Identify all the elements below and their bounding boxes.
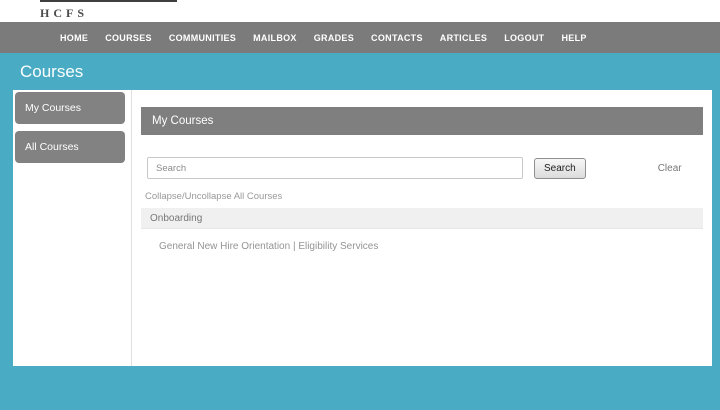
content-area: My Courses All Courses My Courses Search…	[13, 90, 712, 366]
page-title: Courses	[0, 53, 720, 90]
search-input[interactable]	[147, 157, 523, 179]
nav-item-home[interactable]: HOME	[60, 33, 88, 43]
collapse-all-courses-link[interactable]: Collapse/Uncollapse All Courses	[145, 191, 703, 202]
nav-item-logout[interactable]: LOGOUT	[504, 33, 544, 43]
top-strip: HCFS	[0, 0, 720, 22]
nav-item-mailbox[interactable]: MAILBOX	[253, 33, 297, 43]
sidebar-item-my-courses[interactable]: My Courses	[15, 92, 125, 124]
nav-item-contacts[interactable]: CONTACTS	[371, 33, 423, 43]
search-button[interactable]: Search	[534, 158, 586, 179]
main-panel: My Courses Search Clear Collapse/Uncolla…	[131, 90, 712, 366]
main-nav: HOME COURSES COMMUNITIES MAILBOX GRADES …	[0, 22, 720, 53]
sidebar: My Courses All Courses	[13, 90, 131, 366]
nav-item-communities[interactable]: COMMUNITIES	[169, 33, 236, 43]
nav-item-grades[interactable]: GRADES	[314, 33, 354, 43]
sidebar-item-all-courses[interactable]: All Courses	[15, 131, 125, 163]
logo: HCFS	[40, 0, 177, 22]
logo-text: HCFS	[40, 6, 88, 20]
page-background: Courses My Courses All Courses My Course…	[0, 53, 720, 410]
nav-item-help[interactable]: HELP	[561, 33, 586, 43]
screen: HCFS HOME COURSES COMMUNITIES MAILBOX GR…	[0, 0, 720, 410]
course-section-header-onboarding[interactable]: Onboarding	[141, 208, 703, 229]
course-link-general-new-hire-orientation[interactable]: General New Hire Orientation | Eligibili…	[159, 241, 703, 252]
clear-link[interactable]: Clear	[658, 163, 682, 174]
nav-item-articles[interactable]: ARTICLES	[440, 33, 487, 43]
panel-header-title: My Courses	[141, 107, 703, 135]
search-row: Search Clear	[147, 157, 703, 179]
nav-item-courses[interactable]: COURSES	[105, 33, 152, 43]
